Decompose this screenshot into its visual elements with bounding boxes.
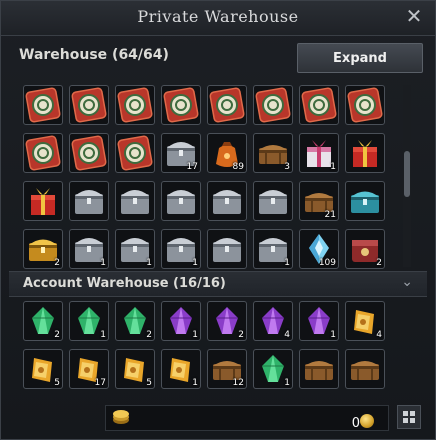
- item-quantity: 5: [146, 378, 152, 388]
- warehouse-slot[interactable]: 2: [23, 229, 63, 269]
- warehouse-slot[interactable]: [299, 85, 339, 125]
- warehouse-slot[interactable]: 1: [161, 229, 201, 269]
- expand-button[interactable]: Expand: [297, 43, 423, 73]
- warehouse-slot[interactable]: 17: [161, 133, 201, 173]
- item-quantity: 4: [284, 330, 290, 340]
- close-icon[interactable]: ✕: [403, 5, 425, 27]
- account-warehouse-title: Account Warehouse (16/16): [23, 276, 226, 291]
- window-title: Private Warehouse: [137, 7, 299, 26]
- account-warehouse-slot[interactable]: 2: [207, 301, 247, 341]
- coin-field: 0: [105, 405, 389, 431]
- item-quantity: 2: [238, 330, 244, 340]
- warehouse-scrollbar[interactable]: [403, 85, 411, 267]
- account-warehouse-slot[interactable]: 1: [299, 301, 339, 341]
- coin-stack-icon[interactable]: [109, 405, 133, 429]
- item-quantity: 2: [54, 330, 60, 340]
- account-warehouse-slot[interactable]: 12: [207, 349, 247, 389]
- warehouse-slot[interactable]: 3: [253, 133, 293, 173]
- item-quantity: 3: [284, 162, 290, 172]
- item-quantity: 12: [232, 378, 244, 388]
- item-quantity: 1: [284, 378, 290, 388]
- item-quantity: 5: [54, 378, 60, 388]
- warehouse-slot[interactable]: [161, 181, 201, 221]
- warehouse-slot[interactable]: 109: [299, 229, 339, 269]
- item-quantity: 2: [146, 330, 152, 340]
- item-quantity: 1: [100, 258, 106, 268]
- account-warehouse-slot[interactable]: 1: [253, 349, 293, 389]
- item-quantity: 1: [100, 330, 106, 340]
- item-quantity: 1: [192, 258, 198, 268]
- account-warehouse-slot[interactable]: 1: [69, 301, 109, 341]
- account-warehouse-slot[interactable]: 2: [23, 301, 63, 341]
- item-quantity: 4: [376, 330, 382, 340]
- warehouse-slot[interactable]: [207, 181, 247, 221]
- account-warehouse-slot[interactable]: [345, 349, 385, 389]
- item-quantity: 17: [94, 378, 106, 388]
- grid-view-icon[interactable]: [397, 405, 421, 429]
- coin-amount: 0: [351, 416, 360, 431]
- warehouse-slot[interactable]: [115, 181, 155, 221]
- account-warehouse-slot[interactable]: 2: [115, 301, 155, 341]
- warehouse-header: Warehouse (64/64) Expand: [9, 41, 427, 73]
- warehouse-slot[interactable]: [345, 133, 385, 173]
- warehouse-slot[interactable]: 1: [69, 229, 109, 269]
- account-warehouse-slot[interactable]: 4: [253, 301, 293, 341]
- item-quantity: 2: [54, 258, 60, 268]
- coin-icon: [360, 414, 374, 428]
- warehouse-slot[interactable]: [69, 85, 109, 125]
- title-bar[interactable]: Private Warehouse ✕: [1, 1, 435, 36]
- item-quantity: 21: [324, 210, 336, 220]
- account-warehouse-slot[interactable]: 17: [69, 349, 109, 389]
- account-warehouse-slot[interactable]: 1: [161, 301, 201, 341]
- warehouse-slot[interactable]: 89: [207, 133, 247, 173]
- account-warehouse-slot[interactable]: 4: [345, 301, 385, 341]
- warehouse-slot[interactable]: 1: [115, 229, 155, 269]
- item-quantity: 1: [146, 258, 152, 268]
- account-warehouse-header[interactable]: Account Warehouse (16/16) ⌄: [9, 271, 427, 297]
- warehouse-slot[interactable]: [161, 85, 201, 125]
- warehouse-slot[interactable]: 21: [299, 181, 339, 221]
- warehouse-grid: 17 89 3 1 21 2 1 1 1 1 109 2: [23, 85, 385, 269]
- warehouse-slot[interactable]: [69, 181, 109, 221]
- warehouse-title: Warehouse (64/64): [19, 47, 169, 63]
- warehouse-slot[interactable]: [115, 133, 155, 173]
- account-warehouse-grid: 2 1 2 1 2 4 1 4 5 17 5 1 12 1: [23, 301, 385, 389]
- account-warehouse-slot[interactable]: 1: [161, 349, 201, 389]
- item-quantity: 109: [318, 258, 336, 268]
- warehouse-slot[interactable]: [23, 181, 63, 221]
- warehouse-slot[interactable]: 2: [345, 229, 385, 269]
- warehouse-slot[interactable]: [207, 85, 247, 125]
- account-warehouse-slot[interactable]: 5: [115, 349, 155, 389]
- chevron-down-icon[interactable]: ⌄: [401, 274, 413, 290]
- warehouse-slot[interactable]: [23, 85, 63, 125]
- item-quantity: 89: [232, 162, 244, 172]
- item-quantity: 2: [376, 258, 382, 268]
- scroll-thumb[interactable]: [404, 151, 410, 197]
- warehouse-slot[interactable]: [115, 85, 155, 125]
- private-warehouse-window: Private Warehouse ✕ Warehouse (64/64) Ex…: [0, 0, 436, 440]
- warehouse-slot[interactable]: [253, 181, 293, 221]
- warehouse-slot[interactable]: 1: [299, 133, 339, 173]
- warehouse-slot[interactable]: [345, 85, 385, 125]
- item-quantity: 1: [284, 258, 290, 268]
- account-warehouse-slot[interactable]: 5: [23, 349, 63, 389]
- warehouse-slot[interactable]: [253, 85, 293, 125]
- warehouse-slot[interactable]: 1: [253, 229, 293, 269]
- warehouse-slot[interactable]: [23, 133, 63, 173]
- warehouse-slot[interactable]: [69, 133, 109, 173]
- warehouse-slot[interactable]: [207, 229, 247, 269]
- item-quantity: 1: [330, 330, 336, 340]
- item-quantity: 17: [186, 162, 198, 172]
- item-quantity: 1: [192, 330, 198, 340]
- item-quantity: 1: [192, 378, 198, 388]
- account-warehouse-slot[interactable]: [299, 349, 339, 389]
- warehouse-slot[interactable]: [345, 181, 385, 221]
- item-quantity: 1: [330, 162, 336, 172]
- warehouse-footer: 0: [9, 399, 427, 435]
